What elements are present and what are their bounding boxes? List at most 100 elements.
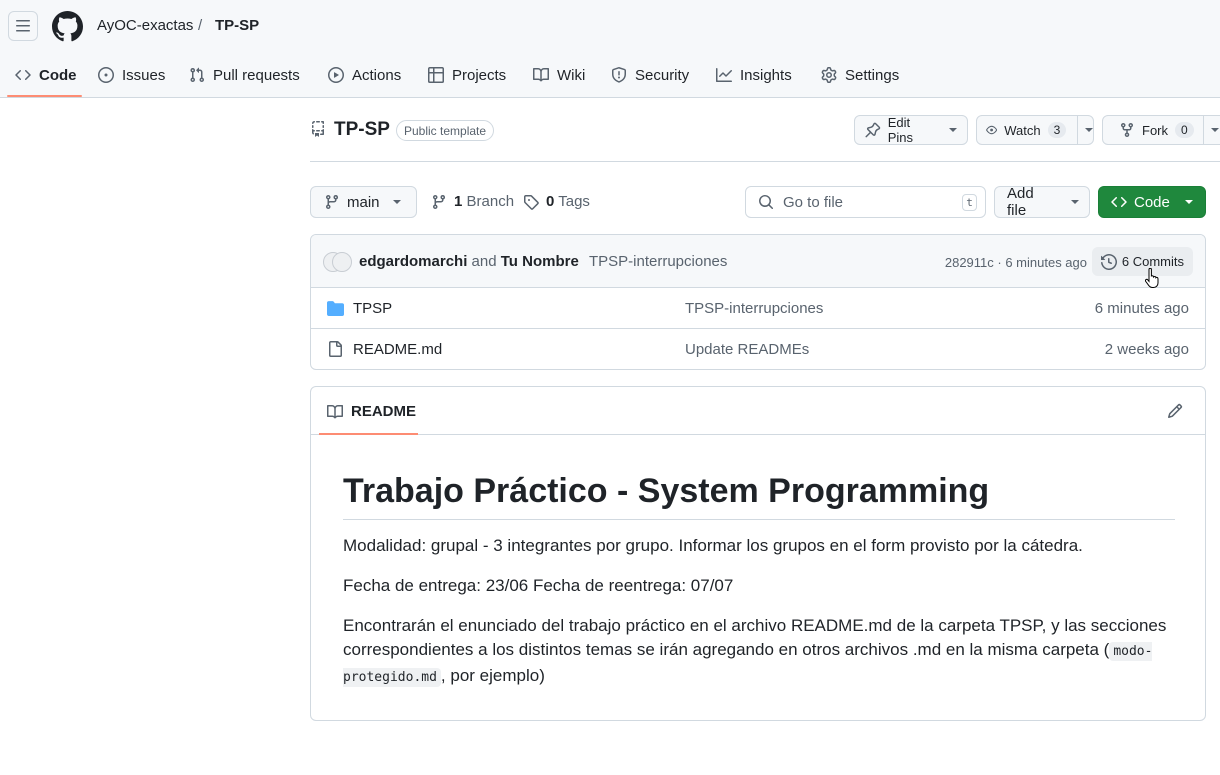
file-commit-date: 2 weeks ago	[1104, 341, 1189, 358]
code-icon	[1111, 196, 1127, 208]
search-icon	[759, 195, 774, 210]
tab-security[interactable]: Security	[611, 52, 689, 98]
visibility-badge: Public template	[396, 120, 495, 141]
tab-pull-requests[interactable]: Pull requests	[189, 52, 300, 98]
button-divider	[1202, 116, 1204, 144]
edit-pins-label: Edit Pins	[887, 115, 913, 145]
menu-button[interactable]	[8, 11, 38, 41]
branch-select-button[interactable]: main	[310, 186, 417, 218]
tab-settings-label: Settings	[845, 66, 900, 84]
search-placeholder: Go to file	[783, 193, 844, 211]
commit-avatars[interactable]	[323, 252, 353, 272]
add-file-button[interactable]: Add file	[994, 185, 1090, 219]
button-divider	[1077, 116, 1078, 144]
file-row[interactable]: README.md Update READMEs 2 weeks ago	[311, 329, 1205, 369]
readme-tab[interactable]: README	[327, 403, 416, 420]
hand-cursor-icon	[1145, 268, 1159, 288]
branch-icon	[432, 194, 445, 209]
readme-text: Encontrarán el enunciado del trabajo prá…	[343, 616, 1167, 659]
keyboard-shortcut-hint: t	[962, 194, 977, 211]
history-icon	[1100, 253, 1117, 270]
file-name[interactable]: README.md	[353, 341, 442, 358]
file-icon	[329, 341, 342, 357]
commit-and: and	[471, 253, 497, 270]
commit-message[interactable]: TPSP-interrupciones	[589, 253, 727, 270]
watch-button[interactable]: Watch 3	[976, 115, 1094, 145]
tab-code[interactable]: Code	[15, 52, 77, 98]
graph-icon	[716, 68, 732, 82]
branch-count-link[interactable]: 1 Branch	[431, 193, 514, 210]
readme-header: README	[311, 387, 1205, 435]
branch-name: main	[347, 193, 380, 211]
tab-settings[interactable]: Settings	[821, 52, 899, 98]
chevron-down-icon	[1184, 200, 1193, 204]
folder-icon	[327, 301, 344, 316]
chevron-down-icon	[949, 128, 957, 132]
avatar	[332, 252, 352, 272]
file-commit-message[interactable]: Update READMEs	[685, 341, 809, 358]
tab-issues-label: Issues	[122, 66, 166, 84]
tab-code-label: Code	[39, 66, 77, 84]
tab-projects-label: Projects	[452, 66, 507, 84]
gear-icon	[821, 67, 837, 83]
edit-pins-button[interactable]: Edit Pins	[854, 115, 968, 145]
chevron-down-icon	[1071, 200, 1079, 204]
play-icon	[328, 67, 344, 83]
tag-count: 0	[546, 193, 555, 210]
code-icon	[15, 69, 31, 81]
breadcrumb-owner[interactable]: AyOC-exactas	[97, 17, 193, 35]
branch-count: 1	[454, 193, 463, 210]
hamburger-icon	[16, 20, 30, 32]
readme-paragraph: Fecha de entrega: 23/06 Fecha de reentre…	[343, 576, 734, 595]
fork-button[interactable]: Fork 0	[1102, 115, 1220, 145]
tag-count-link[interactable]: 0 Tags	[523, 193, 590, 210]
repo-template-icon	[310, 121, 326, 137]
commits-history-button[interactable]: 6 Commits	[1091, 247, 1193, 276]
commit-authors: edgardomarchi and Tu Nombre TPSP-interru…	[359, 253, 727, 270]
tab-security-label: Security	[635, 66, 690, 84]
tab-insights[interactable]: Insights	[716, 52, 792, 98]
repo-title[interactable]: TP-SP	[334, 119, 390, 141]
commits-count-label: 6 Commits	[1121, 254, 1184, 269]
shield-icon	[612, 67, 626, 83]
tag-icon	[524, 194, 539, 210]
branch-icon	[325, 195, 338, 210]
file-row[interactable]: TPSP TPSP-interrupciones 6 minutes ago	[311, 288, 1205, 329]
github-logo-icon[interactable]	[52, 11, 83, 42]
watch-count: 3	[1047, 122, 1067, 138]
issue-icon	[98, 67, 114, 83]
file-commit-message[interactable]: TPSP-interrupciones	[685, 300, 823, 317]
breadcrumb-repo[interactable]: TP-SP	[215, 17, 259, 35]
go-to-file-input[interactable]: Go to file t	[745, 186, 986, 218]
file-commit-date: 6 minutes ago	[1094, 300, 1189, 317]
active-tab-underline	[7, 95, 82, 97]
commit-hash-time[interactable]: 282911c · 6 minutes ago	[945, 255, 1087, 270]
file-name[interactable]: TPSP	[353, 300, 392, 317]
repo-tab-nav: Code Issues Pull requests Actions Projec…	[0, 52, 1220, 98]
pull-request-icon	[190, 67, 205, 83]
tab-insights-label: Insights	[740, 66, 792, 84]
file-browser: edgardomarchi and Tu Nombre TPSP-interru…	[310, 234, 1206, 370]
tab-pull-requests-label: Pull requests	[213, 66, 300, 84]
tab-projects[interactable]: Projects	[428, 52, 506, 98]
code-button-label: Code	[1134, 193, 1170, 211]
fork-label: Fork	[1142, 122, 1168, 138]
chevron-down-icon[interactable]	[1210, 128, 1219, 132]
fork-count: 0	[1175, 122, 1194, 138]
readme-paragraph: Modalidad: grupal - 3 integrantes por gr…	[343, 536, 1083, 555]
add-file-label: Add file	[1007, 185, 1034, 219]
code-dropdown-button[interactable]: Code	[1098, 186, 1206, 218]
tab-actions[interactable]: Actions	[328, 52, 401, 98]
chevron-down-icon[interactable]	[1085, 128, 1093, 132]
tab-actions-label: Actions	[352, 66, 402, 84]
commit-author-2[interactable]: Tu Nombre	[501, 253, 579, 270]
readme-panel: README Trabajo Práctico - System Program…	[310, 386, 1206, 721]
readme-text: , por ejemplo)	[440, 666, 545, 685]
eye-icon	[986, 125, 998, 135]
pencil-icon[interactable]	[1167, 403, 1183, 419]
tab-wiki[interactable]: Wiki	[533, 52, 585, 98]
watch-label: Watch	[1004, 122, 1041, 138]
top-bar: AyOC-exactas / TP-SP	[0, 0, 1220, 52]
commit-author-1[interactable]: edgardomarchi	[359, 253, 467, 270]
tab-issues[interactable]: Issues	[98, 52, 165, 98]
